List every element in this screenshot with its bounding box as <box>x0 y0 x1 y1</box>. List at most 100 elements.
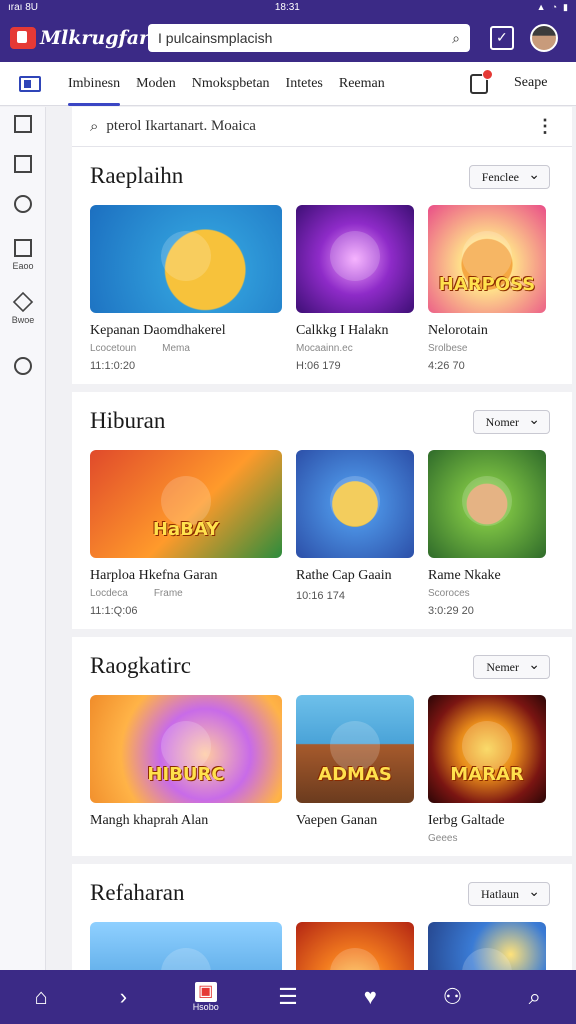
game-subtitle: Geees <box>428 833 546 844</box>
arrow-icon: › <box>119 984 128 1009</box>
card-row: HIBURC Mangh khaprah Alan ADMAS Vaepen Gana… <box>90 695 572 844</box>
game-subtitle: Mocaainn.ec <box>296 343 414 354</box>
bottom-nav-item-2[interactable]: ▣ Hsobo <box>186 977 226 1017</box>
game-card[interactable]: Kepanan Daomdhakerel Lcocetoun Mema 11:1:0:… <box>90 205 282 372</box>
search-icon[interactable]: ⌕ <box>452 30 460 47</box>
game-card[interactable]: Rathe Cap Gaain 10:16 174 <box>296 450 414 617</box>
thumbnail-label: HaBAY <box>152 519 220 540</box>
game-card[interactable] <box>428 922 546 970</box>
game-title: Nelorotain <box>428 323 488 338</box>
game-thumbnail <box>296 450 414 558</box>
edit-icon <box>14 239 32 257</box>
tab-4[interactable]: Reeman <box>331 62 393 106</box>
tab-0[interactable]: Imbinesn <box>60 62 128 106</box>
game-subtitle: Scoroces <box>428 588 546 599</box>
card-row: HaBAY Harploa Hkefna Garan Locdeca Frame 11:… <box>90 450 572 617</box>
bottom-nav-item-6[interactable]: ⌕ <box>515 977 555 1017</box>
main-content: ⌕ pterol Ikartanart. Moaica ⋮ Raeplaihn F… <box>72 107 572 970</box>
card-row: Kepanan Daomdhakerel Lcocetoun Mema 11:1:0:… <box>90 205 572 372</box>
rail-label: Eaoo <box>12 261 34 271</box>
game-card[interactable]: HIBURC Mangh khaprah Alan <box>90 695 282 844</box>
rail-item-5[interactable] <box>0 357 46 379</box>
game-card[interactable] <box>90 922 282 970</box>
bottom-nav-item-0[interactable]: ⌂ <box>21 977 61 1017</box>
game-card[interactable]: Calkkg I Halakn Mocaainn.ec H:06 179 <box>296 205 414 372</box>
game-meta: 11:1:0:20 <box>90 360 136 372</box>
tab-1[interactable]: Moden <box>128 62 184 106</box>
section-filter-dropdown[interactable]: Fenclee <box>468 165 550 189</box>
side-rail: Eaoo Bwoe <box>0 107 46 970</box>
game-title: Mangh khaprah Alan <box>90 813 209 828</box>
game-publisher: Lcocetoun <box>90 343 137 354</box>
game-thumbnail <box>428 450 546 558</box>
battery-icon: ▮ <box>563 1 568 12</box>
tab-2[interactable]: Nmokspbetan <box>184 62 278 106</box>
game-card[interactable]: Rame Nkake Scoroces 3:0:29 20 <box>428 450 546 617</box>
bottom-nav-label: Hsobo <box>192 1002 219 1012</box>
bottom-nav-item-3[interactable]: ☰ <box>268 977 308 1017</box>
section-filter-dropdown[interactable]: Hatlaun <box>468 882 550 906</box>
section-2: RaogkatircNemerHIBURCMangh khaprah AlanA… <box>72 637 572 856</box>
rail-item-4[interactable]: Bwoe <box>0 291 46 325</box>
section-3: Refaharan Hatlaun <box>72 864 572 970</box>
game-tag: Mema <box>162 343 190 354</box>
bottom-nav-item-4[interactable]: ♥ <box>350 977 390 1017</box>
top-search-text: I pulcainsmplacish <box>158 30 273 46</box>
game-meta: H:06 179 <box>296 360 341 372</box>
top-search-input[interactable]: I pulcainsmplacish ⌕ <box>148 24 470 52</box>
edit-icon[interactable] <box>490 26 514 50</box>
game-subtitle: Lcocetoun Mema <box>90 343 282 354</box>
tab-3[interactable]: Intetes <box>278 62 331 106</box>
home-icon: ⌂ <box>34 984 48 1009</box>
search-icon: ⌕ <box>528 984 541 1009</box>
game-thumbnail: HaBAY <box>90 450 282 558</box>
game-card[interactable] <box>296 922 414 970</box>
game-card[interactable]: HaBAY Harploa Hkefna Garan Locdeca Frame 11:… <box>90 450 282 617</box>
game-meta: 3:0:29 20 <box>428 605 474 617</box>
avatar[interactable] <box>530 24 558 52</box>
bottom-nav: ⌂ › ▣ Hsobo ☰ ♥ ⚇ ⌕ <box>0 970 576 1024</box>
game-card[interactable]: HARPOSS Nelorotain Srolbese 4:26 70 <box>428 205 546 372</box>
game-thumbnail <box>296 922 414 970</box>
content-search-bar[interactable]: ⌕ pterol Ikartanart. Moaica ⋮ <box>72 107 572 147</box>
status-icons: ▲ ◔ ▮ <box>537 2 568 13</box>
more-options-icon[interactable]: ⋮ <box>536 116 554 137</box>
game-card[interactable]: MARAR Ierbg Galtade Geees <box>428 695 546 844</box>
bottom-nav-item-5[interactable]: ⚇ <box>433 977 473 1017</box>
game-publisher: Scoroces <box>428 588 470 599</box>
app-logo[interactable]: Mlkrugfar <box>10 27 149 49</box>
game-thumbnail <box>296 205 414 313</box>
status-left: ıraı 8U <box>8 1 39 13</box>
rail-item-1[interactable] <box>0 155 46 177</box>
game-meta: 10:16 174 <box>296 590 345 602</box>
notification-icon[interactable] <box>470 69 493 94</box>
rail-item-2[interactable] <box>0 195 46 217</box>
document-icon <box>14 155 32 173</box>
thumbnail-label: MARAR <box>450 764 524 785</box>
game-title: Rame Nkake <box>428 568 501 583</box>
game-title: Vaepen Ganan <box>296 813 378 828</box>
game-thumbnail: HIBURC <box>90 695 282 803</box>
section-filter-dropdown[interactable]: Nomer <box>472 410 550 434</box>
section-filter-dropdown[interactable]: Nemer <box>473 655 550 679</box>
app-name: Mlkrugfar <box>40 27 150 49</box>
game-card[interactable]: ADMAS Vaepen Ganan <box>296 695 414 844</box>
game-publisher: Mocaainn.ec <box>296 343 353 354</box>
rail-item-0[interactable] <box>0 115 46 137</box>
game-title: Ierbg Galtade <box>428 813 505 828</box>
diamond-icon <box>12 291 34 313</box>
thumbnail-label: ADMAS <box>318 764 392 785</box>
game-thumbnail: HARPOSS <box>428 205 546 313</box>
game-thumbnail: ADMAS <box>296 695 414 803</box>
brand-icon[interactable] <box>0 75 60 92</box>
tabs-right-link[interactable]: Seape <box>514 75 547 91</box>
bottom-nav-item-1[interactable]: › <box>103 977 143 1017</box>
rail-item-3[interactable]: Eaoo <box>0 239 46 271</box>
tabs-bar: Imbinesn Moden Nmokspbetan Intetes Reema… <box>0 62 576 106</box>
game-title: Calkkg I Halakn <box>296 323 389 338</box>
game-thumbnail <box>90 205 282 313</box>
game-subtitle: Locdeca Frame <box>90 588 282 599</box>
content-search-text: pterol Ikartanart. Moaica <box>106 118 256 134</box>
heart-icon: ♥ <box>363 984 377 1009</box>
game-tag: Frame <box>153 588 183 599</box>
